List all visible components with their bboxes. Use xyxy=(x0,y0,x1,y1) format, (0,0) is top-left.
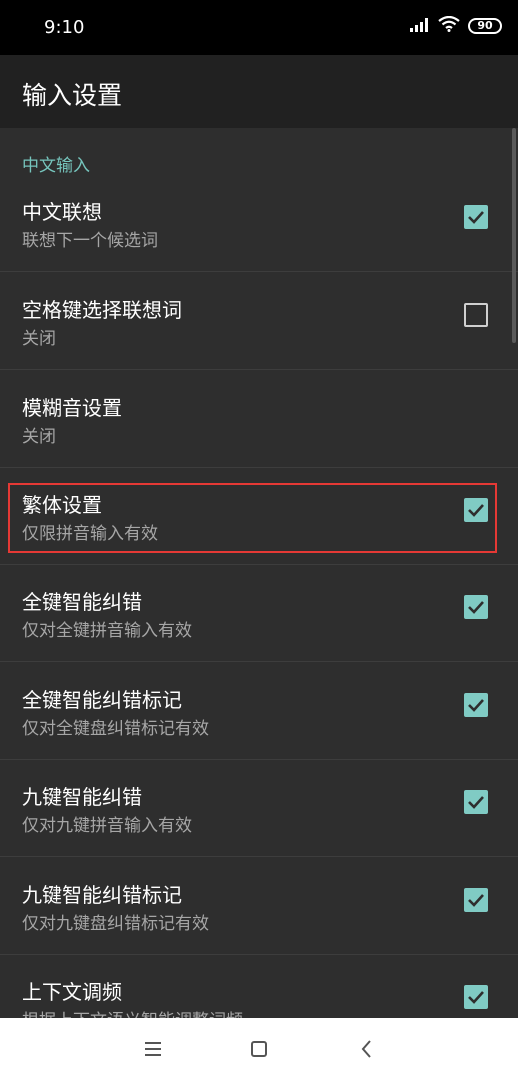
pref-title: 上下文调频 xyxy=(22,980,122,1004)
checkbox-checked[interactable] xyxy=(464,790,488,814)
pref-summary: 仅对九键拼音输入有效 xyxy=(22,816,192,836)
pref-context-frequency[interactable]: 上下文调频 根据上下文语义智能调整词频 xyxy=(0,955,518,1018)
checkbox-checked[interactable] xyxy=(464,205,488,229)
status-bar: 9:10 90 xyxy=(0,0,518,55)
pref-fuzzy-pinyin[interactable]: 模糊音设置 关闭 xyxy=(0,371,518,468)
checkbox-checked[interactable] xyxy=(464,985,488,1009)
home-icon[interactable] xyxy=(248,1038,270,1060)
checkbox-unchecked[interactable] xyxy=(464,303,488,327)
scrollbar[interactable] xyxy=(512,128,516,343)
pref-summary: 仅对全键拼音输入有效 xyxy=(22,621,192,641)
pref-nine-key-correction[interactable]: 九键智能纠错 仅对九键拼音输入有效 xyxy=(0,760,518,857)
app-bar: 输入设置 xyxy=(0,55,518,128)
checkbox-checked[interactable] xyxy=(464,888,488,912)
page-title: 输入设置 xyxy=(22,81,123,110)
pref-title: 繁体设置 xyxy=(22,493,102,517)
navigation-bar xyxy=(0,1018,518,1080)
pref-summary: 关闭 xyxy=(22,329,56,349)
checkbox-checked[interactable] xyxy=(464,595,488,619)
checkbox-checked[interactable] xyxy=(464,693,488,717)
pref-full-key-correction-mark[interactable]: 全键智能纠错标记 仅对全键盘纠错标记有效 xyxy=(0,663,518,760)
wifi-icon xyxy=(438,15,460,36)
pref-chinese-association[interactable]: 中文联想 联想下一个候选词 xyxy=(0,175,518,272)
checkbox-checked[interactable] xyxy=(464,498,488,522)
pref-summary: 仅限拼音输入有效 xyxy=(22,524,158,544)
pref-summary: 仅对九键盘纠错标记有效 xyxy=(22,914,209,934)
pref-nine-key-correction-mark[interactable]: 九键智能纠错标记 仅对九键盘纠错标记有效 xyxy=(0,858,518,955)
pref-title: 全键智能纠错 xyxy=(22,590,142,614)
pref-summary: 根据上下文语义智能调整词频 xyxy=(22,1006,243,1018)
menu-icon[interactable] xyxy=(142,1038,164,1060)
pref-summary: 联想下一个候选词 xyxy=(22,231,158,251)
back-icon[interactable] xyxy=(356,1038,378,1060)
signal-icon xyxy=(410,17,430,36)
pref-title: 九键智能纠错标记 xyxy=(22,883,182,907)
pref-title: 全键智能纠错标记 xyxy=(22,688,182,712)
pref-traditional-chinese[interactable]: 繁体设置 仅限拼音输入有效 xyxy=(0,468,518,565)
section-header: 中文输入 xyxy=(22,156,90,176)
pref-title: 空格键选择联想词 xyxy=(22,298,182,322)
pref-title: 中文联想 xyxy=(22,200,102,224)
pref-summary: 关闭 xyxy=(22,427,56,447)
pref-title: 九键智能纠错 xyxy=(22,785,142,809)
status-time: 9:10 xyxy=(44,17,85,38)
status-icons: 90 xyxy=(410,15,502,36)
pref-summary: 仅对全键盘纠错标记有效 xyxy=(22,719,209,739)
settings-list[interactable]: 中文输入 中文联想 联想下一个候选词 空格键选择联想词 关闭 模糊音设置 关闭 … xyxy=(0,128,518,1018)
battery-icon: 90 xyxy=(468,18,502,34)
pref-title: 模糊音设置 xyxy=(22,396,122,420)
pref-full-key-correction[interactable]: 全键智能纠错 仅对全键拼音输入有效 xyxy=(0,565,518,662)
pref-space-select-association[interactable]: 空格键选择联想词 关闭 xyxy=(0,273,518,370)
